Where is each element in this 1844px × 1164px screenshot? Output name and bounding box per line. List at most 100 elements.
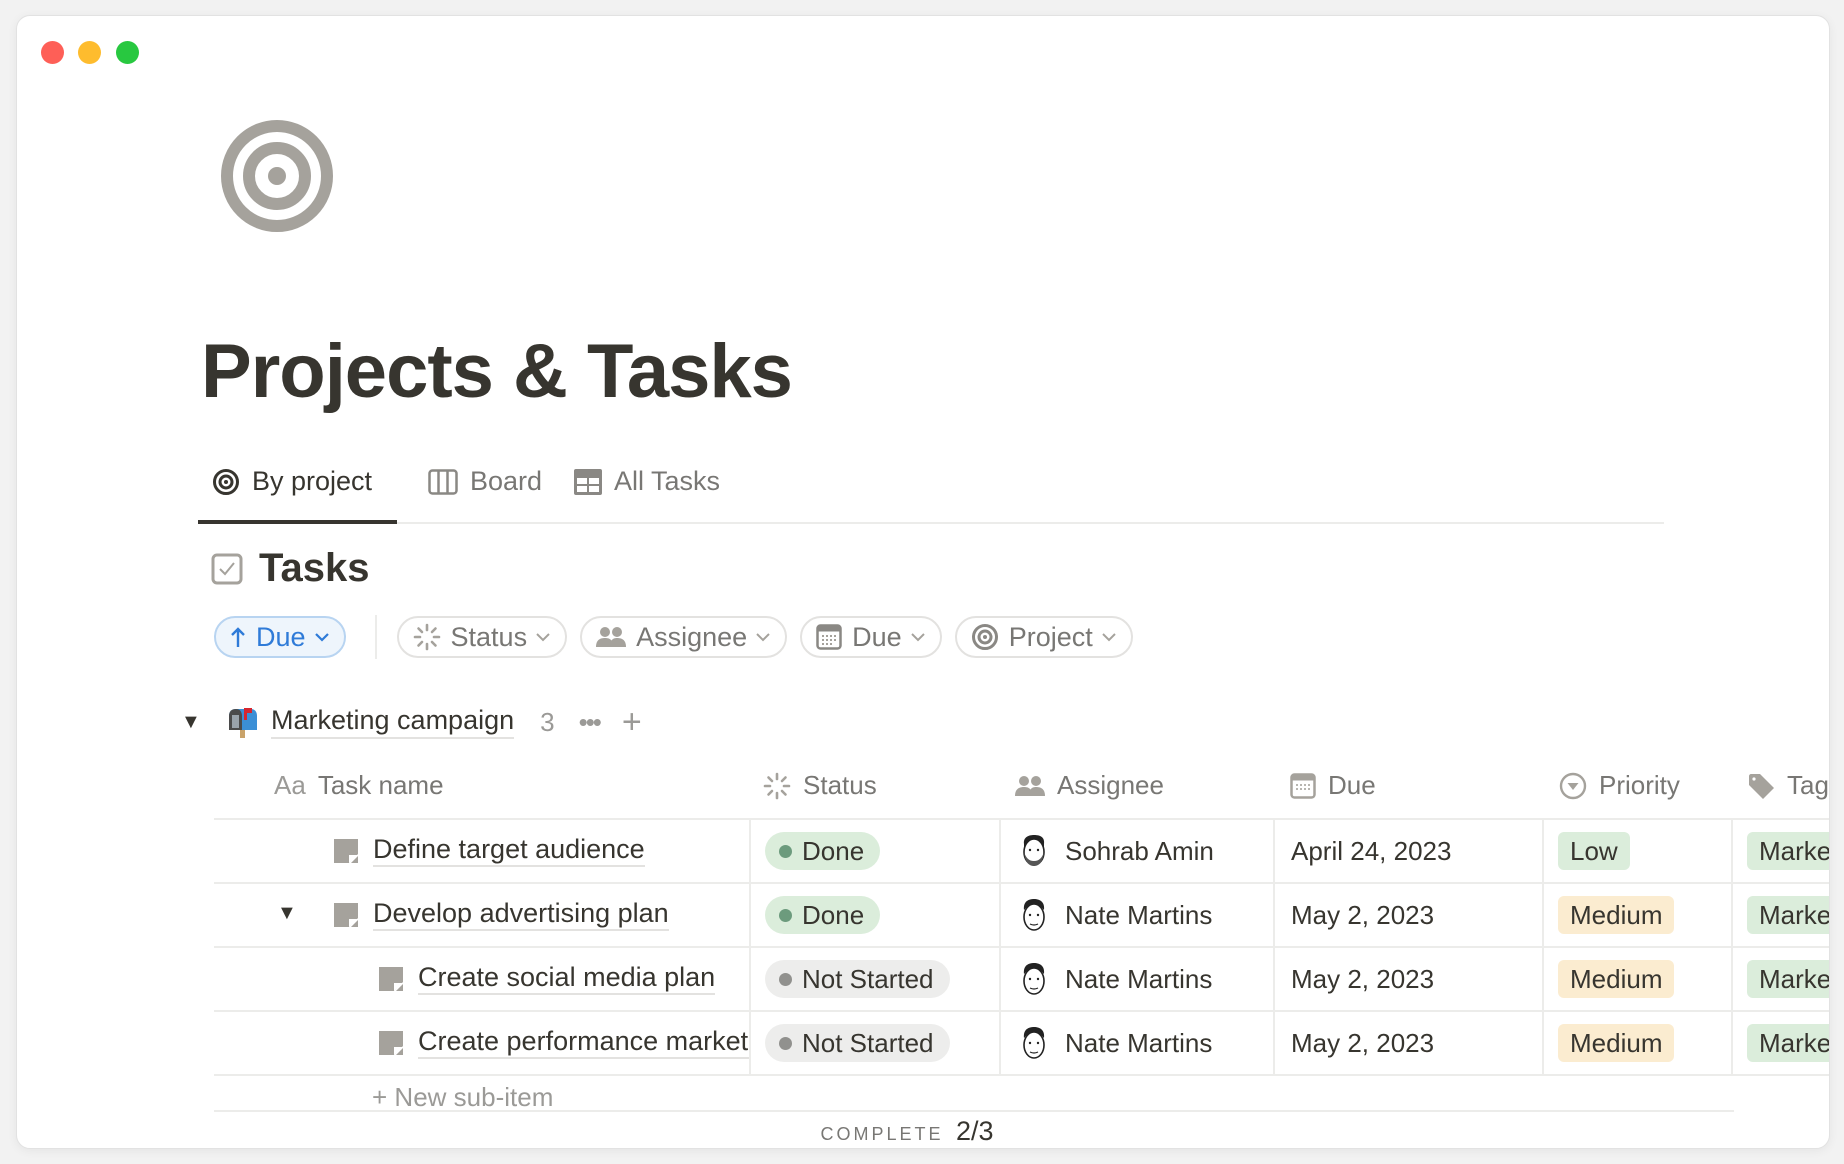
avatar: [1023, 899, 1045, 931]
mailbox-icon: [229, 708, 257, 738]
due-cell[interactable]: May 2, 2023: [1273, 948, 1542, 1010]
due-date: May 2, 2023: [1291, 899, 1435, 930]
column-label: Task name: [317, 770, 444, 800]
priority-cell[interactable]: Medium: [1542, 1012, 1731, 1074]
tags-cell[interactable]: Marketing: [1731, 948, 1829, 1010]
page-doc-icon: [334, 839, 358, 863]
checkbox-icon: [211, 553, 243, 584]
chevron-down-icon: [1102, 633, 1116, 642]
table-row[interactable]: Create performance marketing plan Not St…: [214, 1012, 1829, 1076]
tab-by-project[interactable]: By project: [212, 466, 372, 497]
status-cell[interactable]: Done: [749, 820, 999, 882]
task-name[interactable]: Define target audience: [373, 833, 645, 867]
task-name[interactable]: Create social media plan: [418, 961, 716, 995]
board-columns-icon: [428, 468, 458, 495]
close-window-button[interactable]: [41, 41, 64, 64]
page-title: Projects & Tasks: [201, 329, 793, 414]
due-cell[interactable]: May 2, 2023: [1273, 884, 1542, 946]
due-date: April 24, 2023: [1291, 835, 1452, 866]
table-row[interactable]: Define target audience Done Sohrab Amin: [214, 820, 1829, 884]
assignee-cell[interactable]: Nate Martins: [999, 948, 1273, 1010]
tag-badge: Marketing: [1747, 1024, 1829, 1062]
priority-badge: Medium: [1558, 1024, 1675, 1062]
assignee-cell[interactable]: Nate Martins: [999, 1012, 1273, 1074]
new-sub-item-button[interactable]: + New sub-item: [372, 1082, 553, 1110]
avatar: [1023, 835, 1045, 866]
status-cell[interactable]: Not Started: [749, 1012, 999, 1074]
task-name[interactable]: Create performance marketing plan: [418, 1025, 749, 1059]
column-label: Priority: [1599, 770, 1680, 800]
sort-due-button[interactable]: Due: [214, 616, 346, 658]
column-header-assignee[interactable]: Assignee: [1015, 770, 1164, 801]
assignee-cell[interactable]: Sohrab Amin: [999, 820, 1273, 882]
tab-label: By project: [252, 466, 373, 496]
column-header-due[interactable]: Due: [1290, 770, 1376, 801]
status-badge: Not Started: [765, 1024, 950, 1062]
status-dot: [779, 908, 792, 922]
column-label: Tags: [1787, 770, 1829, 800]
chevron-down-icon: [314, 633, 329, 642]
column-header-status[interactable]: Status: [763, 770, 877, 801]
chevron-down-icon: [756, 633, 770, 642]
filter-label: Status: [450, 621, 528, 652]
group-collapse-toggle[interactable]: ▼: [181, 711, 211, 734]
filter-status-button[interactable]: Status: [396, 616, 568, 658]
due-date: May 2, 2023: [1291, 963, 1435, 994]
group-more-button[interactable]: •••: [579, 707, 602, 738]
table-header: Aa Task name Status Assignee Due Priorit…: [214, 760, 1829, 820]
tab-label: Board: [470, 466, 543, 496]
target-icon[interactable]: [221, 120, 333, 232]
status-text: Not Started: [802, 1027, 934, 1058]
tag-badge: Marketing: [1747, 896, 1829, 934]
task-name[interactable]: Develop advertising plan: [373, 897, 669, 931]
filter-label: Project: [1008, 621, 1093, 652]
group-add-button[interactable]: +: [622, 703, 642, 742]
status-cell[interactable]: Done: [749, 884, 999, 946]
filter-assignee-button[interactable]: Assignee: [580, 616, 788, 658]
priority-cell[interactable]: Low: [1542, 820, 1731, 882]
priority-cell[interactable]: Medium: [1542, 948, 1731, 1010]
column-header-task-name[interactable]: Aa Task name: [274, 770, 444, 801]
due-cell[interactable]: May 2, 2023: [1273, 1012, 1542, 1074]
active-tab-indicator: [198, 520, 397, 524]
tags-cell[interactable]: Marketing: [1731, 820, 1829, 882]
tab-board[interactable]: Board: [428, 466, 542, 497]
sort-label: Due: [256, 621, 306, 652]
due-cell[interactable]: April 24, 2023: [1273, 820, 1542, 882]
status-text: Not Started: [802, 963, 934, 994]
tag-icon: [1749, 773, 1774, 799]
calendar-icon: [816, 624, 842, 650]
complete-label: COMPLETE: [820, 1124, 944, 1144]
chevron-down-icon: [536, 633, 550, 642]
table-row[interactable]: Create social media plan Not Started Nat: [214, 948, 1829, 1012]
filter-due-button[interactable]: Due: [800, 616, 942, 658]
zoom-window-button[interactable]: [116, 41, 139, 64]
completion-summary: COMPLETE 2/3: [17, 1116, 1813, 1147]
tags-cell[interactable]: Marketing: [1731, 884, 1829, 946]
assignee-name: Nate Martins: [1065, 963, 1213, 994]
assignee: Sohrab Amin: [1019, 834, 1214, 868]
column-header-tags[interactable]: Tags: [1747, 770, 1829, 801]
tags-cell[interactable]: Marketing: [1731, 1012, 1829, 1074]
task-name-cell[interactable]: Define target audience: [214, 820, 749, 882]
table-row[interactable]: ▼ Develop advertising plan Done Nate Mar…: [214, 884, 1829, 948]
task-name-cell[interactable]: Create social media plan: [214, 948, 749, 1010]
task-name-cell[interactable]: ▼ Develop advertising plan: [214, 884, 749, 946]
task-name-cell[interactable]: Create performance marketing plan: [214, 1012, 749, 1074]
tag-badge: Marketing: [1747, 960, 1829, 998]
status-cell[interactable]: Not Started: [749, 948, 999, 1010]
status-dot: [779, 972, 792, 986]
chevron-down-icon: [910, 633, 925, 642]
column-header-priority[interactable]: Priority: [1559, 770, 1680, 801]
filter-project-button[interactable]: Project: [954, 616, 1133, 658]
status-dot: [779, 844, 792, 858]
assignee-cell[interactable]: Nate Martins: [999, 884, 1273, 946]
row-expand-toggle[interactable]: ▼: [277, 902, 297, 925]
tab-all-tasks[interactable]: All Tasks: [574, 466, 720, 497]
database-title-text: Tasks: [259, 546, 370, 590]
minimize-window-button[interactable]: [78, 41, 101, 64]
group-name[interactable]: Marketing campaign: [271, 705, 515, 739]
text-type-icon: Aa: [274, 770, 306, 800]
priority-cell[interactable]: Medium: [1542, 884, 1731, 946]
new-sub-item-row: + New sub-item: [214, 1076, 1734, 1112]
